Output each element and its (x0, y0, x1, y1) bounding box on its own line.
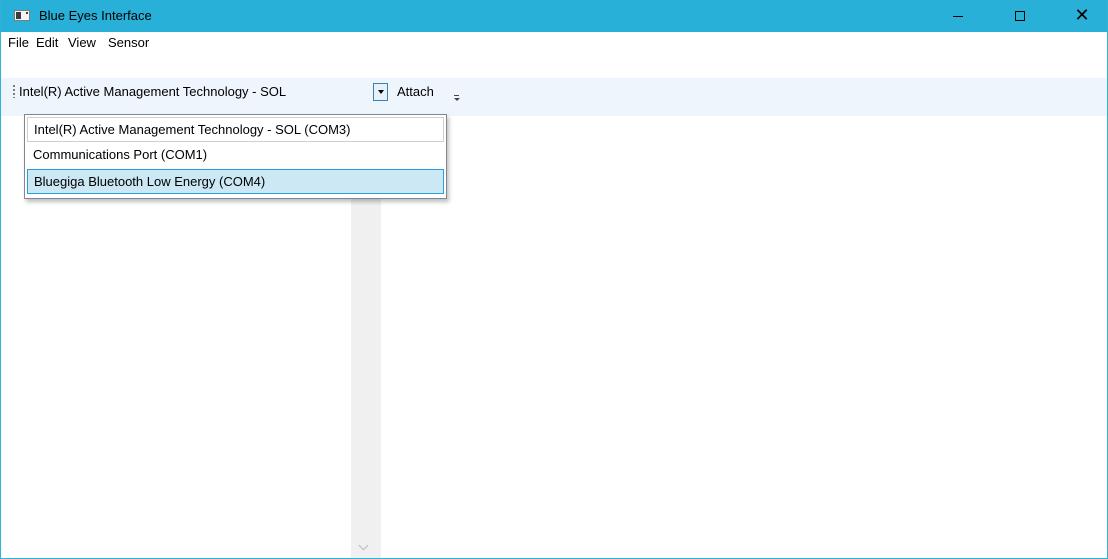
port-select-dropdown-list: Intel(R) Active Management Technology - … (24, 114, 447, 199)
maximize-icon (1015, 11, 1025, 21)
toolbar-overflow-icon[interactable] (453, 93, 461, 103)
port-option[interactable]: Intel(R) Active Management Technology - … (27, 117, 444, 142)
window-title: Blue Eyes Interface (39, 8, 152, 23)
port-option-highlighted[interactable]: Bluegiga Bluetooth Low Energy (COM4) (27, 169, 444, 194)
menu-file[interactable]: File (8, 35, 29, 50)
right-panel (382, 116, 1107, 558)
port-select-value: Intel(R) Active Management Technology - … (19, 84, 287, 99)
close-button[interactable]: ✕ (1059, 0, 1105, 32)
attach-button[interactable]: Attach (397, 84, 434, 99)
minimize-icon (953, 15, 963, 17)
title-bar[interactable]: Blue Eyes Interface ✕ (1, 0, 1107, 32)
menu-sensor[interactable]: Sensor (108, 35, 149, 50)
app-icon (14, 10, 30, 21)
port-select[interactable]: Intel(R) Active Management Technology - … (17, 81, 390, 102)
menu-view[interactable]: View (68, 35, 96, 50)
minimize-button[interactable] (935, 0, 981, 32)
app-window: Blue Eyes Interface ✕ File Edit View Sen… (0, 0, 1108, 559)
port-option[interactable]: Communications Port (COM1) (27, 143, 444, 168)
chevron-down-icon (359, 542, 369, 550)
maximize-button[interactable] (997, 0, 1043, 32)
menu-bar: File Edit View Sensor (1, 32, 1107, 52)
toolbar-grip-icon[interactable] (13, 84, 15, 98)
chevron-down-icon (377, 90, 384, 94)
port-select-dropdown-button[interactable] (373, 83, 388, 101)
close-icon: ✕ (1074, 5, 1090, 26)
menu-edit[interactable]: Edit (36, 35, 58, 50)
